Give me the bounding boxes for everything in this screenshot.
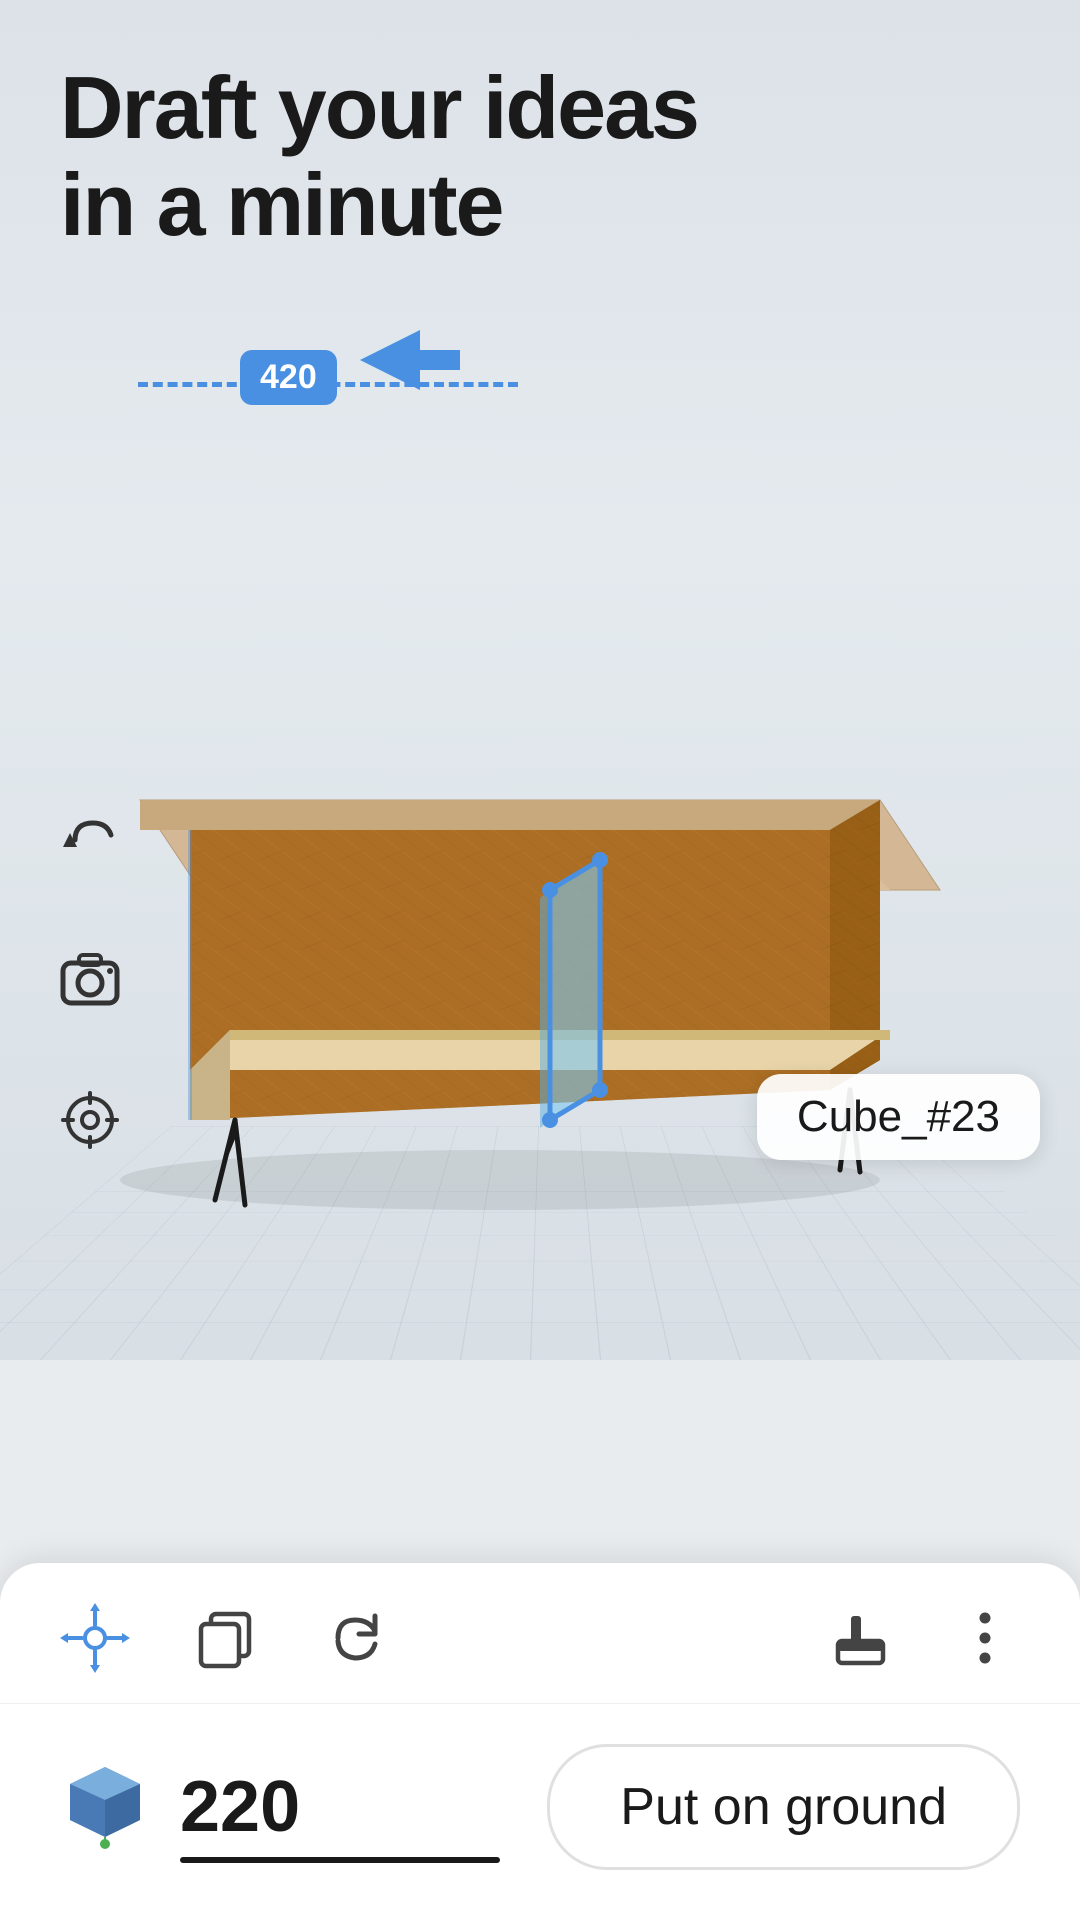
paint-button[interactable] <box>830 1603 900 1673</box>
put-on-ground-button[interactable]: Put on ground <box>547 1744 1020 1870</box>
more-options-button[interactable] <box>950 1603 1020 1673</box>
height-value: 220 <box>180 1766 547 1848</box>
toolbar-left <box>60 1603 390 1673</box>
height-slider[interactable] <box>180 1857 500 1863</box>
header-title: Draft your ideas in a minute <box>60 60 698 254</box>
measurement-label: 420 <box>240 350 337 405</box>
header: Draft your ideas in a minute <box>60 60 698 254</box>
scene-container: Draft your ideas in a minute <box>0 0 1080 1360</box>
toolbar-row <box>0 1563 1080 1704</box>
move-arrow <box>360 330 460 395</box>
toolbar-right <box>830 1603 1020 1673</box>
reset-button[interactable] <box>320 1603 390 1673</box>
undo-icon[interactable] <box>50 800 130 880</box>
transform-button[interactable] <box>60 1603 130 1673</box>
bottom-panel: 220 Put on ground <box>0 1563 1080 1920</box>
object-label: Cube_#23 <box>757 1074 1040 1160</box>
left-toolbar <box>50 800 130 1160</box>
properties-row: 220 Put on ground <box>0 1704 1080 1920</box>
target-icon[interactable] <box>50 1080 130 1160</box>
camera-icon[interactable] <box>50 940 130 1020</box>
copy-button[interactable] <box>190 1603 260 1673</box>
height-section: 220 <box>180 1766 547 1848</box>
cube-icon <box>60 1762 150 1852</box>
